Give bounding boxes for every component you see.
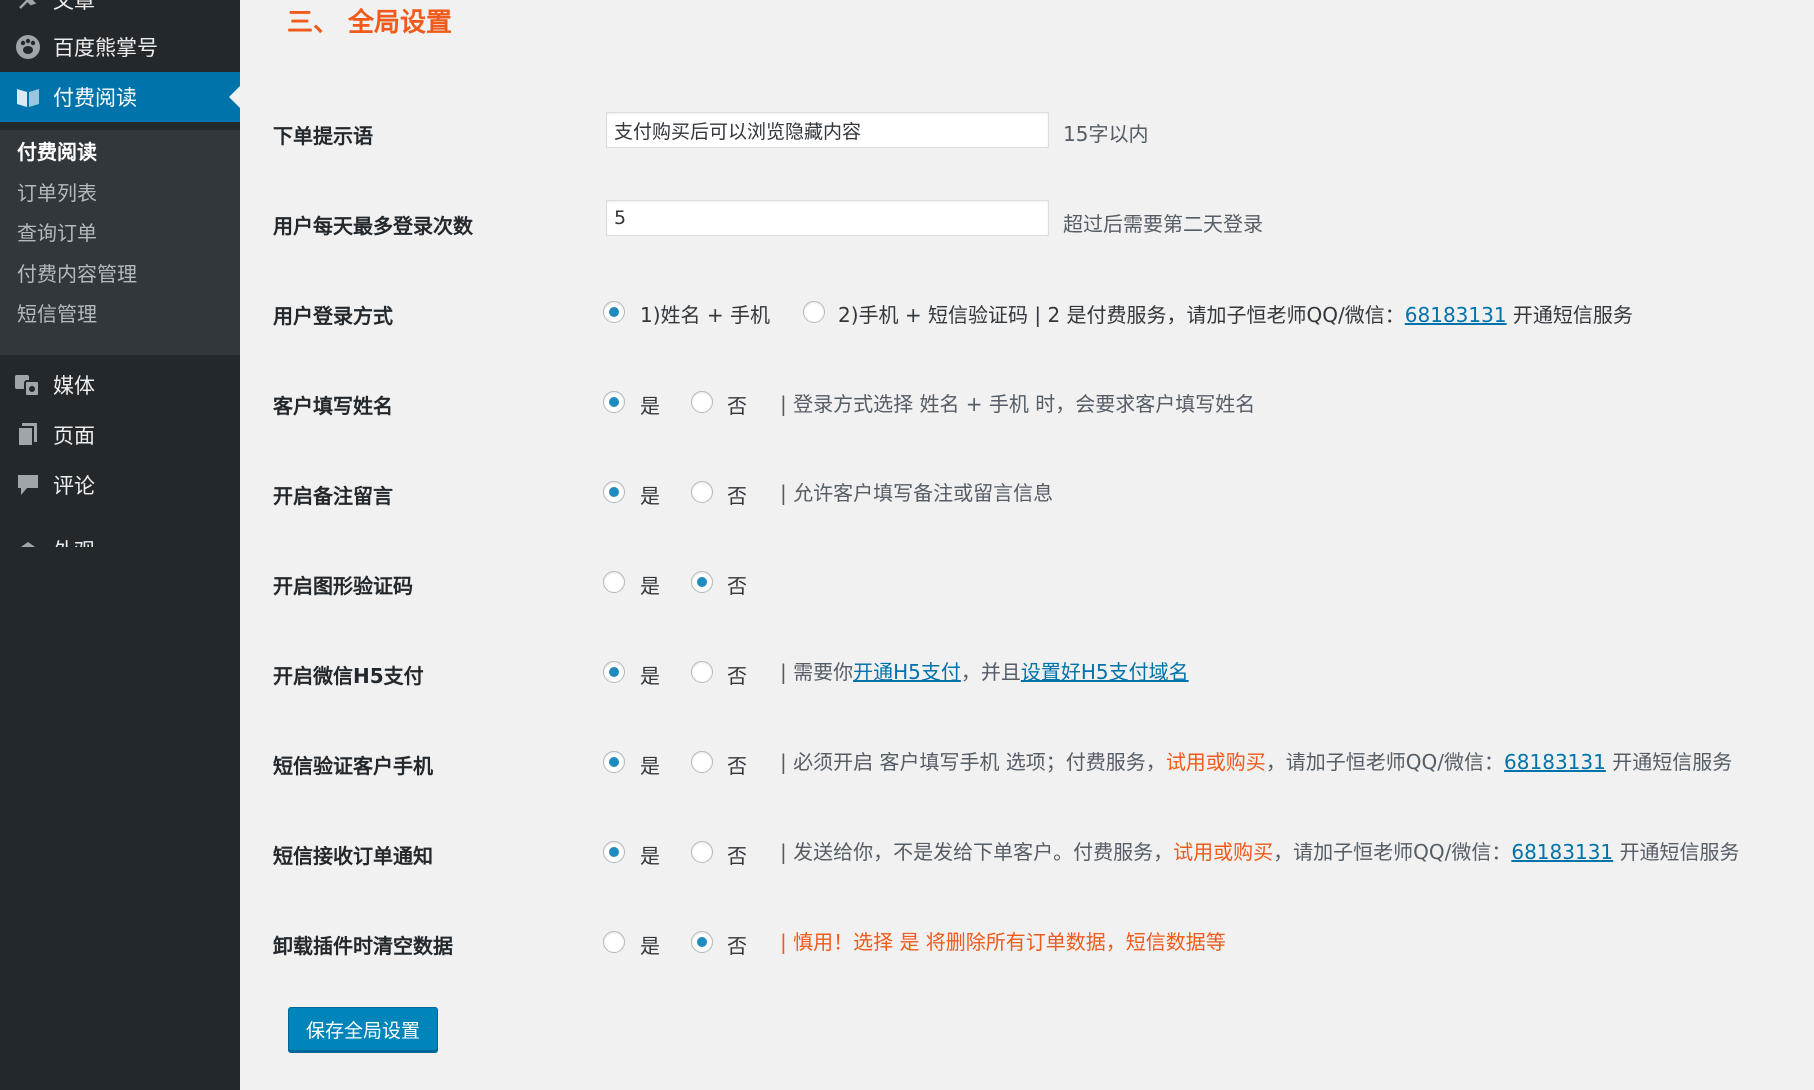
remarks-no-radio[interactable]: [691, 481, 713, 503]
sms-notify-desc-prefix: | 发送给你，不是发给下单客户。付费服务，: [780, 840, 1174, 864]
no-label[interactable]: 否: [727, 930, 747, 959]
uninstall-label: 卸载插件时清空数据: [273, 934, 453, 958]
customer-name-label: 客户填写姓名: [273, 394, 393, 418]
menu-item-comments[interactable]: 评论: [0, 460, 240, 510]
brush-icon: [14, 536, 42, 547]
yes-label[interactable]: 是: [640, 750, 660, 779]
trial-link[interactable]: 试用或购买: [1166, 750, 1266, 774]
sms-notify-yes-radio[interactable]: [603, 841, 625, 863]
qq-link[interactable]: 68183131: [1405, 303, 1507, 327]
menu-item-paid-reading[interactable]: 付费阅读: [0, 72, 240, 122]
submenu-item-paid-content[interactable]: 付费内容管理: [17, 258, 137, 287]
sms-notify-suffix: 开通短信服务: [1619, 840, 1740, 864]
login-method-radio-name-phone[interactable]: [603, 301, 625, 323]
sms-notify-desc: | 发送给你，不是发给下单客户。付费服务，试用或购买，请加子恒老师QQ/微信：6…: [780, 836, 1740, 865]
paid-reading-submenu: 付费阅读 订单列表 查询订单 付费内容管理 短信管理: [0, 130, 240, 355]
remarks-yes-radio[interactable]: [603, 481, 625, 503]
login-method-option2-text: 2)手机 + 短信验证码 | 2 是付费服务，请加子恒老师QQ/微信：68183…: [838, 299, 1633, 328]
submenu-item-order-list[interactable]: 订单列表: [17, 177, 97, 206]
menu-item-pages[interactable]: 页面: [0, 410, 240, 460]
trial-link[interactable]: 试用或购买: [1173, 840, 1273, 864]
yes-label[interactable]: 是: [640, 660, 660, 689]
menu-item-label: 页面: [53, 424, 95, 448]
sms-verify-suffix: 开通短信服务: [1612, 750, 1733, 774]
customer-name-desc: | 登录方式选择 姓名 + 手机 时，会要求客户填写姓名: [780, 392, 1256, 416]
login-method-option2-label[interactable]: 2)手机 + 短信验证码 | 2 是付费服务，请加子恒老师QQ/微信：: [838, 303, 1405, 327]
comment-icon: [14, 471, 42, 499]
no-label[interactable]: 否: [727, 570, 747, 599]
wechat-h5-no-radio[interactable]: [691, 661, 713, 683]
no-label[interactable]: 否: [727, 390, 747, 419]
sms-verify-desc: | 必须开启 客户填写手机 选项；付费服务，试用或购买，请加子恒老师QQ/微信：…: [780, 746, 1732, 775]
yes-label[interactable]: 是: [640, 570, 660, 599]
wechat-h5-desc: | 需要你开通H5支付，并且设置好H5支付域名: [780, 656, 1189, 685]
section-title: 三、 全局设置: [287, 8, 453, 38]
remarks-desc: | 允许客户填写备注或留言信息: [780, 481, 1054, 505]
menu-item-label: 百度熊掌号: [53, 36, 158, 60]
uninstall-yes-radio[interactable]: [603, 931, 625, 953]
enable-h5-link[interactable]: 开通H5支付: [853, 660, 961, 684]
qq-link[interactable]: 68183131: [1504, 750, 1606, 774]
yes-label[interactable]: 是: [640, 390, 660, 419]
max-logins-label: 用户每天最多登录次数: [273, 214, 473, 238]
customer-name-no-radio[interactable]: [691, 391, 713, 413]
max-logins-input[interactable]: [606, 200, 1049, 236]
sms-verify-yes-radio[interactable]: [603, 751, 625, 773]
submenu-item-query-order[interactable]: 查询订单: [17, 217, 97, 246]
sms-notify-no-radio[interactable]: [691, 841, 713, 863]
no-label[interactable]: 否: [727, 840, 747, 869]
menu-item-appearance[interactable]: 外观: [0, 525, 240, 547]
yes-label[interactable]: 是: [640, 840, 660, 869]
submenu-item-sms[interactable]: 短信管理: [17, 298, 97, 327]
yes-label[interactable]: 是: [640, 930, 660, 959]
menu-item-media[interactable]: 媒体: [0, 360, 240, 410]
no-label[interactable]: 否: [727, 660, 747, 689]
uninstall-desc: | 慎用！选择 是 将删除所有订单数据，短信数据等: [780, 930, 1226, 954]
order-prompt-label: 下单提示语: [273, 124, 373, 148]
admin-sidebar: 文章 百度熊掌号 付费阅读 付费阅读 订单列表 查询订单 付费内容管理 短信管理…: [0, 0, 240, 1090]
login-method-radio-phone-sms[interactable]: [803, 301, 825, 323]
sms-verify-label: 短信验证客户手机: [273, 754, 433, 778]
pin-icon: [14, 0, 42, 14]
wechat-h5-desc-mid: ，并且: [960, 660, 1021, 684]
wechat-h5-label: 开启微信H5支付: [273, 664, 424, 688]
menu-item-label: 外观: [53, 535, 95, 547]
h5-domain-link[interactable]: 设置好H5支付域名: [1021, 660, 1189, 684]
login-method-suffix: 开通短信服务: [1512, 303, 1633, 327]
no-label[interactable]: 否: [727, 480, 747, 509]
save-global-settings-button[interactable]: 保存全局设置: [288, 1007, 438, 1051]
uninstall-no-radio[interactable]: [691, 931, 713, 953]
sms-notify-label: 短信接收订单通知: [273, 844, 433, 868]
sms-notify-desc-mid: ，请加子恒老师QQ/微信：: [1273, 840, 1512, 864]
wechat-h5-yes-radio[interactable]: [603, 661, 625, 683]
yes-label[interactable]: 是: [640, 480, 660, 509]
no-label[interactable]: 否: [727, 750, 747, 779]
wechat-h5-desc-prefix: | 需要你: [780, 660, 854, 684]
paw-icon: [14, 33, 42, 61]
menu-item-label: 评论: [53, 474, 95, 498]
book-icon: [14, 83, 42, 111]
login-method-option1-label[interactable]: 1)姓名 + 手机: [640, 299, 770, 328]
qq-link[interactable]: 68183131: [1511, 840, 1613, 864]
captcha-yes-radio[interactable]: [603, 571, 625, 593]
captcha-no-radio[interactable]: [691, 571, 713, 593]
menu-item-label: 文章: [53, 0, 95, 13]
order-prompt-hint: 15字以内: [1063, 122, 1149, 146]
media-icon: [14, 371, 42, 399]
sms-verify-desc-prefix: | 必须开启 客户填写手机 选项；付费服务，: [780, 750, 1166, 774]
menu-item-label: 付费阅读: [53, 86, 137, 110]
max-logins-hint: 超过后需要第二天登录: [1063, 212, 1263, 236]
sms-verify-no-radio[interactable]: [691, 751, 713, 773]
menu-item-appearance-clip: 外观: [0, 515, 240, 547]
customer-name-yes-radio[interactable]: [603, 391, 625, 413]
menu-item-baidu-xzh[interactable]: 百度熊掌号: [0, 22, 240, 72]
menu-item-label: 媒体: [53, 374, 95, 398]
login-method-label: 用户登录方式: [273, 304, 393, 328]
remarks-label: 开启备注留言: [273, 484, 393, 508]
captcha-label: 开启图形验证码: [273, 574, 413, 598]
order-prompt-input[interactable]: [606, 112, 1049, 148]
submenu-item-paid-reading[interactable]: 付费阅读: [17, 136, 97, 165]
page-icon: [14, 421, 42, 449]
sms-verify-desc-mid: ，请加子恒老师QQ/微信：: [1265, 750, 1505, 774]
